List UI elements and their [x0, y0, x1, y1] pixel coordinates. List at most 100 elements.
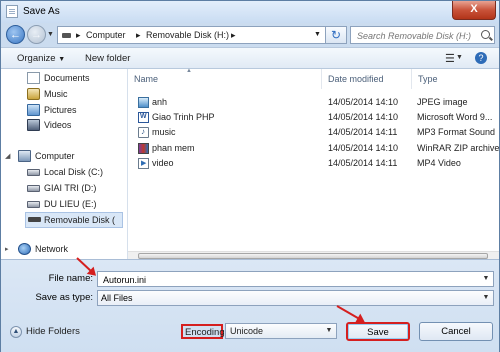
- file-name: anh: [152, 97, 168, 107]
- back-arrow-icon[interactable]: ←: [6, 25, 25, 44]
- search-box[interactable]: [350, 26, 495, 44]
- network-icon: [18, 243, 31, 255]
- sidebar-item-label: Computer: [35, 151, 75, 161]
- file-list: ▲ Name Date modified Type anh 14/05/2014…: [128, 68, 499, 259]
- sidebar-item-label: Local Disk (C:): [44, 167, 104, 177]
- chevron-down-icon[interactable]: ▼: [479, 272, 493, 286]
- winrar-file-icon: [138, 143, 149, 154]
- sidebar-item-label: Pictures: [44, 105, 77, 115]
- search-input[interactable]: [355, 28, 479, 44]
- sidebar-item-documents[interactable]: Documents: [27, 72, 122, 86]
- command-toolbar: Organize ▼ New folder ☰ ▼ ?: [1, 47, 499, 69]
- table-row[interactable]: video 14/05/2014 14:11 MP4 Video: [128, 156, 499, 172]
- new-folder-button[interactable]: New folder: [85, 53, 130, 64]
- expand-arrow-icon[interactable]: ◢: [5, 152, 10, 160]
- column-header-label: Name: [134, 74, 159, 84]
- file-name: music: [152, 127, 176, 137]
- file-type: Microsoft Word 9...: [417, 112, 493, 122]
- recent-locations-dropdown-icon[interactable]: ▼: [47, 31, 54, 38]
- sidebar-item-giai-tri-d[interactable]: GIAI TRI (D:): [27, 182, 122, 196]
- music-icon: [27, 88, 40, 100]
- notepad-icon: [6, 5, 18, 18]
- videos-icon: [27, 119, 40, 131]
- word-file-icon: [138, 112, 149, 123]
- chevron-down-icon: ▼: [58, 56, 66, 63]
- chevron-up-icon: ▲: [10, 326, 22, 338]
- chevron-down-icon: ▼: [482, 294, 490, 301]
- chevron-down-icon: ▼: [325, 327, 333, 334]
- sidebar-item-local-disk-c[interactable]: Local Disk (C:): [27, 166, 122, 180]
- sidebar-item-label: GIAI TRI (D:): [44, 183, 97, 193]
- column-header-date-modified[interactable]: Date modified: [322, 69, 412, 89]
- cancel-button[interactable]: Cancel: [419, 322, 493, 341]
- file-date: 14/05/2014 14:10: [328, 97, 399, 107]
- computer-icon: [18, 150, 31, 162]
- save-button[interactable]: Save: [346, 322, 410, 341]
- column-header-label: Date modified: [328, 74, 384, 84]
- save-as-type-value: All Files: [101, 293, 133, 303]
- breadcrumb-computer[interactable]: Computer: [86, 30, 126, 40]
- breadcrumb-removable-disk[interactable]: Removable Disk (H:): [146, 30, 229, 40]
- removable-disk-icon: [28, 217, 41, 222]
- save-options-panel: File name: ▼ Save as type: All Files ▼ ▲…: [1, 259, 499, 352]
- table-row[interactable]: phan mem 14/05/2014 14:10 WinRAR ZIP arc…: [128, 141, 499, 157]
- file-type: JPEG image: [417, 97, 468, 107]
- documents-icon: [27, 72, 40, 84]
- help-icon[interactable]: ?: [475, 52, 487, 64]
- hard-drive-icon: [27, 185, 40, 192]
- sidebar-item-label: Music: [44, 89, 68, 99]
- expand-arrow-icon[interactable]: ▸: [5, 245, 9, 253]
- forward-arrow-icon[interactable]: →: [27, 25, 46, 44]
- encoding-value: Unicode: [230, 326, 264, 336]
- column-header-type[interactable]: Type: [412, 69, 499, 89]
- column-header-name[interactable]: ▲ Name: [128, 68, 322, 89]
- window-title: Save As: [23, 6, 60, 17]
- file-name-input[interactable]: [101, 273, 465, 287]
- organize-menu[interactable]: Organize ▼: [17, 53, 65, 64]
- mp4-file-icon: [138, 158, 149, 169]
- file-name-field[interactable]: ▼: [97, 271, 494, 287]
- sidebar-item-label: Network: [35, 244, 69, 254]
- sidebar-item-music[interactable]: Music: [27, 88, 122, 102]
- file-date: 14/05/2014 14:10: [328, 112, 399, 122]
- sidebar-item-computer[interactable]: Computer: [18, 150, 122, 164]
- pictures-icon: [27, 104, 40, 116]
- address-dropdown-icon[interactable]: ▼: [314, 31, 321, 38]
- jpeg-file-icon: [138, 97, 149, 108]
- table-row[interactable]: anh 14/05/2014 14:10 JPEG image: [128, 95, 499, 111]
- sidebar-item-label: DU LIEU (E:): [44, 199, 97, 209]
- close-button[interactable]: X: [452, 1, 496, 20]
- breadcrumb-separator-icon[interactable]: ▸: [231, 30, 236, 41]
- encoding-label: Encoding:: [181, 324, 227, 339]
- encoding-select[interactable]: Unicode ▼: [225, 323, 337, 339]
- hard-drive-icon: [27, 169, 40, 176]
- file-date: 14/05/2014 14:10: [328, 143, 399, 153]
- hide-folders-label: Hide Folders: [26, 326, 80, 337]
- sort-caret-icon: ▲: [186, 68, 192, 74]
- hide-folders-button[interactable]: ▲ Hide Folders: [10, 325, 80, 341]
- sidebar-item-removable-disk[interactable]: Removable Disk (: [25, 212, 123, 228]
- sidebar-item-label: Documents: [44, 73, 90, 83]
- sidebar-item-label: Videos: [44, 120, 72, 130]
- sidebar-item-pictures[interactable]: Pictures: [27, 104, 122, 118]
- view-options-icon[interactable]: ☰: [445, 52, 455, 65]
- navigation-pane: Documents Music Pictures Videos ◢ Comput…: [1, 69, 128, 259]
- file-date: 14/05/2014 14:11: [328, 158, 398, 168]
- file-name: phan mem: [152, 143, 195, 153]
- breadcrumb-separator-icon[interactable]: ▸: [76, 30, 81, 41]
- table-row[interactable]: Giao Trinh PHP 14/05/2014 14:10 Microsof…: [128, 110, 499, 126]
- address-bar[interactable]: ▸ Computer ▸ Removable Disk (H:) ▸ ▼: [57, 26, 327, 44]
- drive-icon: [62, 33, 71, 38]
- table-row[interactable]: music 14/05/2014 14:11 MP3 Format Sound: [128, 125, 499, 141]
- chevron-down-icon[interactable]: ▼: [456, 54, 463, 61]
- refresh-icon[interactable]: ↻: [325, 26, 347, 44]
- file-type: MP4 Video: [417, 158, 461, 168]
- sidebar-item-network[interactable]: Network: [18, 243, 122, 257]
- file-type: WinRAR ZIP archive: [417, 143, 499, 153]
- breadcrumb-separator-icon[interactable]: ▸: [136, 30, 141, 41]
- file-name: video: [152, 158, 174, 168]
- save-as-type-select[interactable]: All Files ▼: [97, 290, 494, 306]
- sidebar-item-du-lieu-e[interactable]: DU LIEU (E:): [27, 198, 122, 212]
- sidebar-item-videos[interactable]: Videos: [27, 119, 122, 133]
- search-icon: [481, 30, 490, 39]
